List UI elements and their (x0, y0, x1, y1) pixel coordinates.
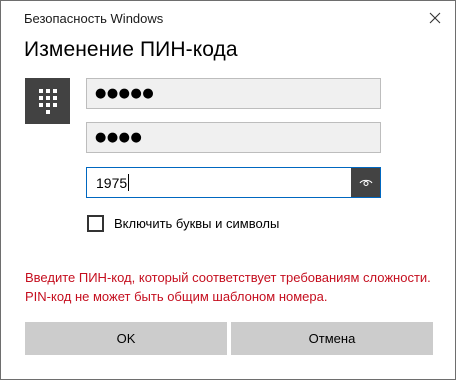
new-pin-field[interactable]: ●●●● (86, 122, 381, 153)
dialog-window: Безопасность Windows Изменение ПИН-кода … (0, 0, 456, 380)
eye-icon (359, 179, 372, 186)
include-letters-label: Включить буквы и символы (114, 216, 280, 231)
window-title: Безопасность Windows (24, 11, 164, 26)
ok-button[interactable]: OK (25, 322, 227, 355)
text-caret (128, 174, 130, 191)
include-letters-option[interactable]: Включить буквы и символы (87, 215, 279, 232)
confirm-pin-field[interactable]: 1975 (86, 167, 351, 198)
current-pin-mask: ●●●●● (95, 86, 155, 101)
reveal-pin-button[interactable] (351, 167, 381, 198)
error-message: Введите ПИН-код, который соответствует т… (25, 270, 431, 304)
keypad-icon (25, 78, 70, 124)
new-pin-mask: ●●●● (95, 130, 143, 145)
confirm-pin-value: 1975 (96, 174, 128, 191)
current-pin-field[interactable]: ●●●●● (86, 78, 381, 109)
cancel-button[interactable]: Отмена (231, 322, 433, 355)
close-icon[interactable] (421, 5, 449, 31)
page-title: Изменение ПИН-кода (24, 38, 238, 61)
include-letters-checkbox[interactable] (87, 215, 104, 232)
